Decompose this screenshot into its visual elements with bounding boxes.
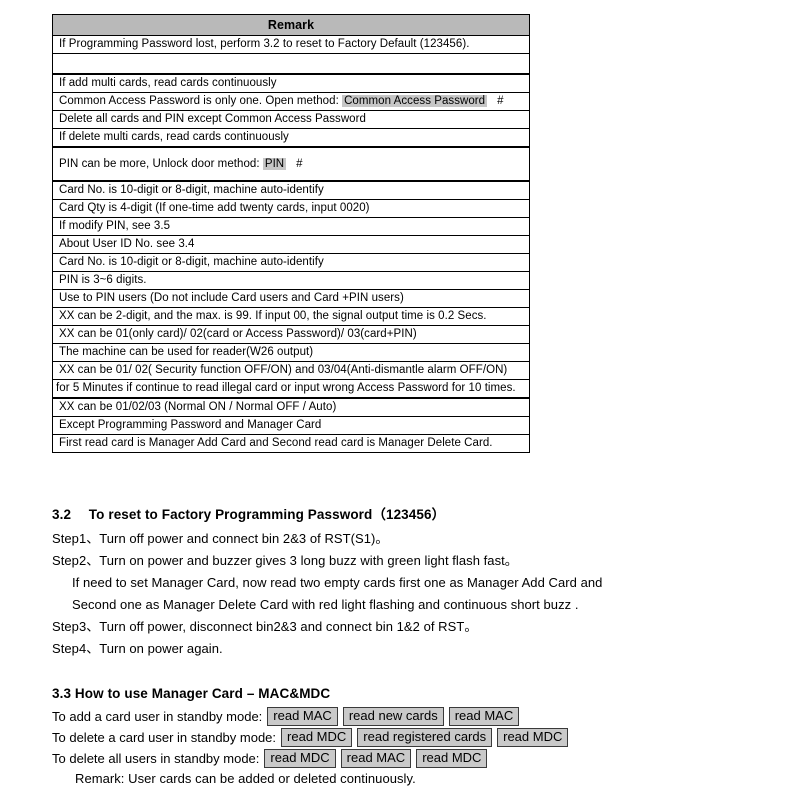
table-row: If modify PIN, see 3.5 bbox=[52, 217, 530, 236]
table-cell-text: XX can be 01/ 02( Security function OFF/… bbox=[52, 361, 530, 380]
step-4-line: Step4、Turn on power again. bbox=[52, 641, 223, 656]
keycap-delete-user-3[interactable]: read MDC bbox=[497, 728, 569, 747]
table-cell-text: Card No. is 10-digit or 8-digit, machine… bbox=[52, 253, 530, 272]
highlighted-term: PIN bbox=[262, 157, 287, 170]
table-cell-text: Card No. is 10-digit or 8-digit, machine… bbox=[52, 180, 530, 200]
keycap-delete-all-1[interactable]: read MDC bbox=[264, 749, 336, 768]
table-cell-text: Card Qty is 4-digit (If one-time add twe… bbox=[52, 199, 530, 218]
table-row: Delete all cards and PIN except Common A… bbox=[52, 110, 530, 129]
table-row: The machine can be used for reader(W26 o… bbox=[52, 343, 530, 362]
table-cell-with-highlight: PIN can be more, Unlock door method: PIN… bbox=[52, 146, 530, 182]
procedure-delete-all-label: To delete all users in standby mode: bbox=[52, 751, 260, 766]
table-cell-text: About User ID No. see 3.4 bbox=[52, 235, 530, 254]
table-row: XX can be 01(only card)/ 02(card or Acce… bbox=[52, 325, 530, 344]
table-cell-text: First read card is Manager Add Card and … bbox=[52, 434, 530, 453]
table-cell-text: XX can be 01/02/03 (Normal ON / Normal O… bbox=[52, 397, 530, 417]
section-3-3-heading: 3.3 How to use Manager Card – MAC&MDC bbox=[52, 686, 331, 701]
remark-table-header-cell: Remark bbox=[52, 14, 530, 36]
cell-text-suffix: # bbox=[497, 95, 504, 107]
table-cell-text: XX can be 2-digit, and the max. is 99. I… bbox=[52, 307, 530, 326]
table-row: If delete multi cards, read cards contin… bbox=[52, 128, 530, 148]
section-3-2-heading: 3.2 To reset to Factory Programming Pass… bbox=[52, 503, 445, 523]
table-row: for 5 Minutes if continue to read illega… bbox=[52, 379, 530, 399]
table-row: XX can be 2-digit, and the max. is 99. I… bbox=[52, 307, 530, 326]
table-cell-with-highlight: Common Access Password is only one. Open… bbox=[52, 92, 530, 111]
table-cell-text: Use to PIN users (Do not include Card us… bbox=[52, 289, 530, 308]
keycap-add-1[interactable]: read MAC bbox=[267, 707, 338, 726]
step-2-detail-line-2: Second one as Manager Delete Card with r… bbox=[72, 597, 579, 612]
table-row: XX can be 01/ 02( Security function OFF/… bbox=[52, 361, 530, 380]
table-row: If add multi cards, read cards continuou… bbox=[52, 73, 530, 93]
table-cell-text: Delete all cards and PIN except Common A… bbox=[52, 110, 530, 129]
keycap-delete-all-2[interactable]: read MAC bbox=[340, 749, 412, 768]
keycap-add-2[interactable]: read new cards bbox=[342, 707, 444, 726]
table-row: Card Qty is 4-digit (If one-time add twe… bbox=[52, 199, 530, 218]
table-cell-text: If delete multi cards, read cards contin… bbox=[52, 128, 530, 148]
keycap-delete-all-3[interactable]: read MDC bbox=[416, 749, 488, 768]
remark-table-body: Remark If Programming Password lost, per… bbox=[52, 14, 530, 453]
remark-table-header-row: Remark bbox=[52, 14, 530, 36]
table-row: Card No. is 10-digit or 8-digit, machine… bbox=[52, 180, 530, 200]
procedure-add-label: To add a card user in standby mode: bbox=[52, 709, 263, 724]
keycap-delete-user-1[interactable]: read MDC bbox=[281, 728, 353, 747]
section-3-2-title: To reset to Factory Programming Password… bbox=[88, 507, 446, 522]
step-3-line: Step3、Turn off power, disconnect bin2&3 … bbox=[52, 619, 478, 634]
table-row: Common Access Password is only one. Open… bbox=[52, 92, 530, 111]
table-cell-text: PIN is 3~6 digits. bbox=[52, 271, 530, 290]
table-cell-continuation: for 5 Minutes if continue to read illega… bbox=[52, 379, 530, 399]
step-1-line: Step1、Turn off power and connect bin 2&3… bbox=[52, 531, 389, 546]
step-2-detail-line-1: If need to set Manager Card, now read tw… bbox=[72, 575, 603, 590]
cell-text-prefix: PIN can be more, Unlock door method: bbox=[59, 157, 263, 170]
table-row: PIN is 3~6 digits. bbox=[52, 271, 530, 290]
table-row: Card No. is 10-digit or 8-digit, machine… bbox=[52, 253, 530, 272]
cell-text-prefix: Common Access Password is only one. Open… bbox=[59, 95, 343, 107]
table-cell-text: If modify PIN, see 3.5 bbox=[52, 217, 530, 236]
procedure-row-delete-all: To delete all users in standby mode: rea… bbox=[52, 749, 492, 768]
table-row: PIN can be more, Unlock door method: PIN… bbox=[52, 146, 530, 182]
highlighted-term: Common Access Password bbox=[342, 95, 488, 107]
table-row: Except Programming Password and Manager … bbox=[52, 416, 530, 435]
table-row: About User ID No. see 3.4 bbox=[52, 235, 530, 254]
table-cell-empty bbox=[52, 53, 530, 75]
table-cell-text: The machine can be used for reader(W26 o… bbox=[52, 343, 530, 362]
section-3-2-number: 3.2 bbox=[52, 507, 72, 522]
table-row: XX can be 01/02/03 (Normal ON / Normal O… bbox=[52, 397, 530, 417]
step-2-line: Step2、Turn on power and buzzer gives 3 l… bbox=[52, 553, 518, 568]
cell-text-suffix: # bbox=[296, 157, 303, 170]
remark-table: Remark If Programming Password lost, per… bbox=[52, 14, 530, 453]
keycap-delete-user-2[interactable]: read registered cards bbox=[357, 728, 493, 747]
table-cell-text: If add multi cards, read cards continuou… bbox=[52, 73, 530, 93]
document-page: Remark If Programming Password lost, per… bbox=[0, 0, 800, 800]
table-cell-text: If Programming Password lost, perform 3.… bbox=[52, 35, 530, 54]
table-row: If Programming Password lost, perform 3.… bbox=[52, 35, 530, 54]
table-cell-text: Except Programming Password and Manager … bbox=[52, 416, 530, 435]
procedure-row-add: To add a card user in standby mode: read… bbox=[52, 707, 524, 726]
keycap-add-3[interactable]: read MAC bbox=[448, 707, 520, 726]
table-cell-text: XX can be 01(only card)/ 02(card or Acce… bbox=[52, 325, 530, 344]
table-row bbox=[52, 53, 530, 75]
table-row: Use to PIN users (Do not include Card us… bbox=[52, 289, 530, 308]
procedure-row-delete-user: To delete a card user in standby mode: r… bbox=[52, 728, 573, 747]
section-3-3-remark: Remark: User cards can be added or delet… bbox=[75, 771, 416, 786]
table-row: First read card is Manager Add Card and … bbox=[52, 434, 530, 453]
procedure-delete-user-label: To delete a card user in standby mode: bbox=[52, 730, 277, 745]
